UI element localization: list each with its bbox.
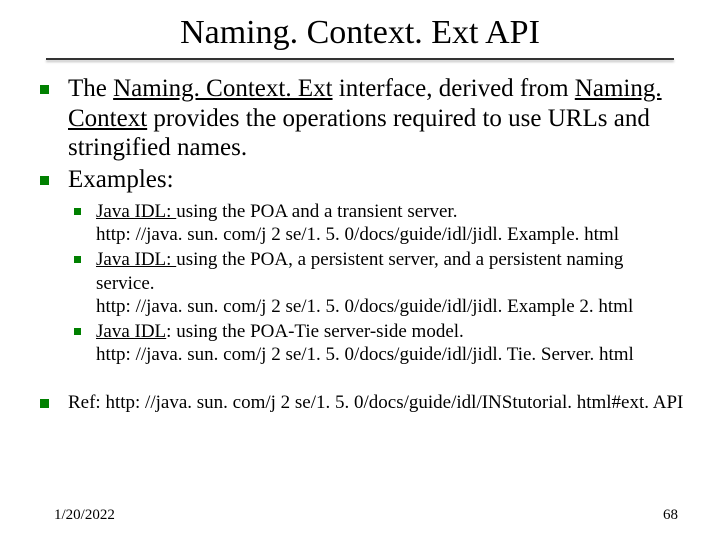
sub-1-rest: using the POA and a transient server. [176, 201, 457, 222]
title-rule [46, 58, 674, 60]
bullet-2: Examples: Java IDL: using the POA and a … [34, 165, 686, 367]
ref-text: Ref: http: //java. sun. com/j 2 se/1. 5.… [68, 392, 683, 413]
bullet-1-pre: The [68, 75, 113, 102]
sub-2-url: http: //java. sun. com/j 2 se/1. 5. 0/do… [96, 296, 633, 317]
sub-3-url: http: //java. sun. com/j 2 se/1. 5. 0/do… [96, 344, 634, 365]
sub-bullet-2: Java IDL: using the POA, a persistent se… [68, 248, 686, 318]
bullet-2-text: Examples: [68, 166, 174, 193]
sub-3-rest: : using the POA-Tie server-side model. [166, 321, 464, 342]
sub-bullet-1: Java IDL: using the POA and a transient … [68, 200, 686, 246]
slide-footer: 1/20/2022 68 [0, 507, 720, 524]
ref-bullet: Ref: http: //java. sun. com/j 2 se/1. 5.… [34, 392, 686, 415]
sub-3-u: Java IDL [96, 321, 166, 342]
bullet-1-post: provides the operations required to use … [68, 105, 650, 162]
footer-date: 1/20/2022 [54, 507, 115, 524]
slide-title: Naming. Context. Ext API [0, 0, 720, 58]
bullet-1-mid: interface, derived from [333, 75, 575, 102]
bullet-1: The Naming. Context. Ext interface, deri… [34, 74, 686, 163]
sub-1-u: Java IDL: [96, 201, 176, 222]
bullet-1-u1: Naming. Context. Ext [113, 75, 332, 102]
sub-2-rest: using the POA, a persistent server, and … [96, 249, 623, 293]
sub-bullet-3: Java IDL: using the POA-Tie server-side … [68, 320, 686, 366]
slide-body: The Naming. Context. Ext interface, deri… [0, 74, 720, 415]
footer-page: 68 [663, 507, 678, 524]
sub-2-u: Java IDL: [96, 249, 176, 270]
sub-1-url: http: //java. sun. com/j 2 se/1. 5. 0/do… [96, 224, 619, 245]
